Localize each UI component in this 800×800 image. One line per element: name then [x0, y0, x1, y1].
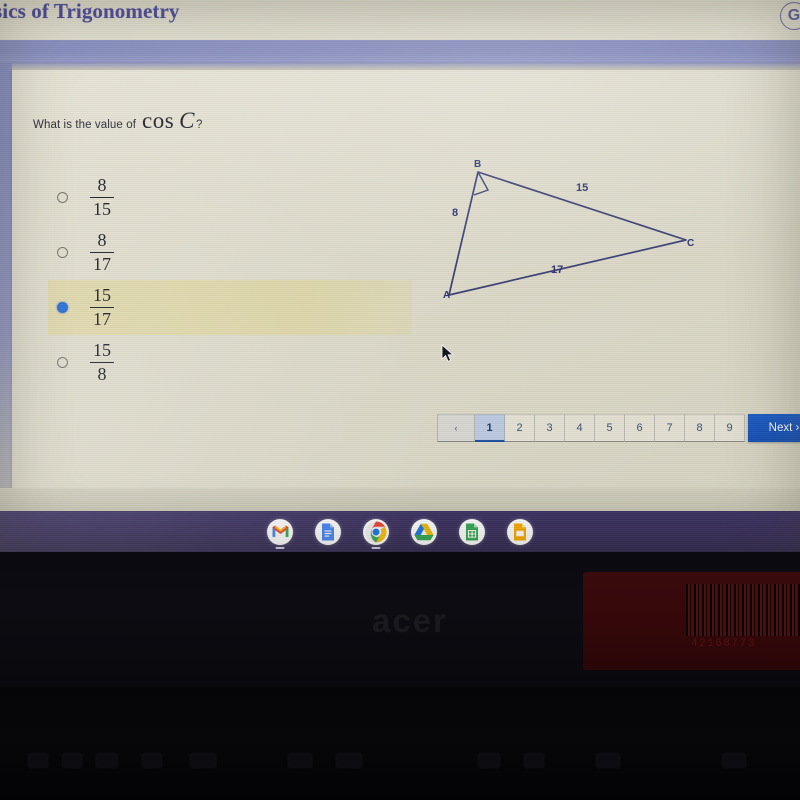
pagination-prev-button[interactable]: ‹ — [437, 414, 475, 442]
fraction-3: 15 17 — [90, 286, 114, 328]
variable-c-text: C — [179, 108, 196, 133]
triangle-shape — [448, 171, 687, 296]
chromeos-shelf — [0, 511, 800, 552]
pagination-page-4[interactable]: 4 — [565, 414, 595, 442]
vertex-label-c: C — [687, 238, 695, 249]
answer-option-3[interactable]: 15 17 — [48, 280, 412, 335]
laptop-keyboard-deck — [0, 687, 800, 800]
fraction-denominator: 8 — [97, 363, 107, 384]
triangle-svg — [448, 171, 687, 296]
side-length-bc: 15 — [576, 182, 589, 194]
fraction-4: 15 8 — [90, 341, 114, 383]
fraction-bar — [90, 251, 114, 254]
pagination-page-9[interactable]: 9 — [715, 414, 745, 442]
fraction-numerator: 8 — [97, 175, 107, 196]
question-lead-text: What is the value of — [33, 119, 136, 131]
left-gutter — [0, 62, 12, 517]
vertex-label-b: B — [474, 159, 482, 170]
question-prompt: What is the value of cos C ? — [33, 108, 202, 134]
answer-option-4[interactable]: 15 8 — [48, 335, 416, 390]
fraction-bar — [90, 196, 114, 199]
radio-button-1[interactable] — [57, 192, 68, 203]
barcode-bars — [686, 584, 800, 636]
fraction-denominator: 17 — [93, 253, 111, 274]
google-drive-icon[interactable] — [411, 518, 437, 545]
fraction-numerator: 8 — [97, 230, 107, 251]
laptop-screen: sics of Trigonometry G What is the value… — [0, 0, 800, 552]
pagination-page-8[interactable]: 8 — [685, 414, 715, 442]
pagination-page-3[interactable]: 3 — [535, 414, 565, 442]
radio-button-4[interactable] — [57, 357, 68, 368]
answer-options-list: 8 15 8 17 15 17 15 8 — [48, 170, 416, 390]
radio-button-3[interactable] — [57, 302, 68, 313]
fraction-denominator: 15 — [93, 198, 111, 219]
barcode-sticker: 42168773 — [583, 572, 800, 670]
side-length-ab: 8 — [452, 207, 459, 219]
google-docs-icon[interactable] — [315, 518, 341, 545]
course-title: sics of Trigonometry — [0, 0, 180, 23]
pagination-page-5[interactable]: 5 — [595, 414, 625, 442]
cos-function-text: cos — [142, 108, 175, 133]
answer-option-1[interactable]: 8 15 — [48, 170, 416, 225]
triangle-diagram: B C A 8 15 17 — [432, 150, 722, 315]
fraction-bar — [90, 361, 114, 364]
acer-brand-logo: acer — [372, 602, 448, 639]
fraction-2: 8 17 — [90, 231, 114, 273]
nav-band-shadow — [0, 62, 800, 70]
fraction-1: 8 15 — [90, 176, 114, 218]
question-mark-text: ? — [196, 119, 203, 131]
side-length-ac: 17 — [551, 264, 564, 276]
pagination-bar: ‹ 1 2 3 4 5 6 7 8 9 Next › — [437, 414, 800, 442]
laptop-photo: sics of Trigonometry G What is the value… — [0, 0, 800, 800]
google-slides-icon[interactable] — [507, 518, 533, 545]
vertex-label-a: A — [443, 290, 451, 301]
mouse-cursor-icon — [441, 344, 454, 368]
page-header-strip: sics of Trigonometry G — [0, 0, 800, 40]
fraction-bar — [90, 306, 114, 309]
app-running-indicator — [275, 546, 285, 549]
next-button[interactable]: Next › — [748, 414, 800, 442]
pagination-page-2[interactable]: 2 — [505, 414, 535, 442]
barcode-number: 42168773 — [691, 638, 756, 650]
question-math-expression: cos C — [142, 108, 195, 134]
pagination-page-6[interactable]: 6 — [625, 414, 655, 442]
answer-option-2[interactable]: 8 17 — [48, 225, 416, 280]
google-sheets-icon[interactable] — [459, 518, 485, 545]
fraction-numerator: 15 — [93, 340, 111, 361]
card-bottom-fade — [0, 488, 800, 512]
radio-button-2[interactable] — [57, 247, 68, 258]
pagination-page-7[interactable]: 7 — [655, 414, 685, 442]
chrome-icon[interactable] — [363, 518, 389, 549]
circle-avatar-icon[interactable]: G — [780, 2, 800, 30]
nav-band — [0, 40, 800, 63]
app-running-indicator — [371, 546, 381, 549]
fraction-numerator: 15 — [93, 285, 111, 306]
pagination-page-1[interactable]: 1 — [475, 414, 505, 442]
fraction-denominator: 17 — [93, 308, 111, 329]
gmail-icon[interactable] — [267, 518, 293, 549]
